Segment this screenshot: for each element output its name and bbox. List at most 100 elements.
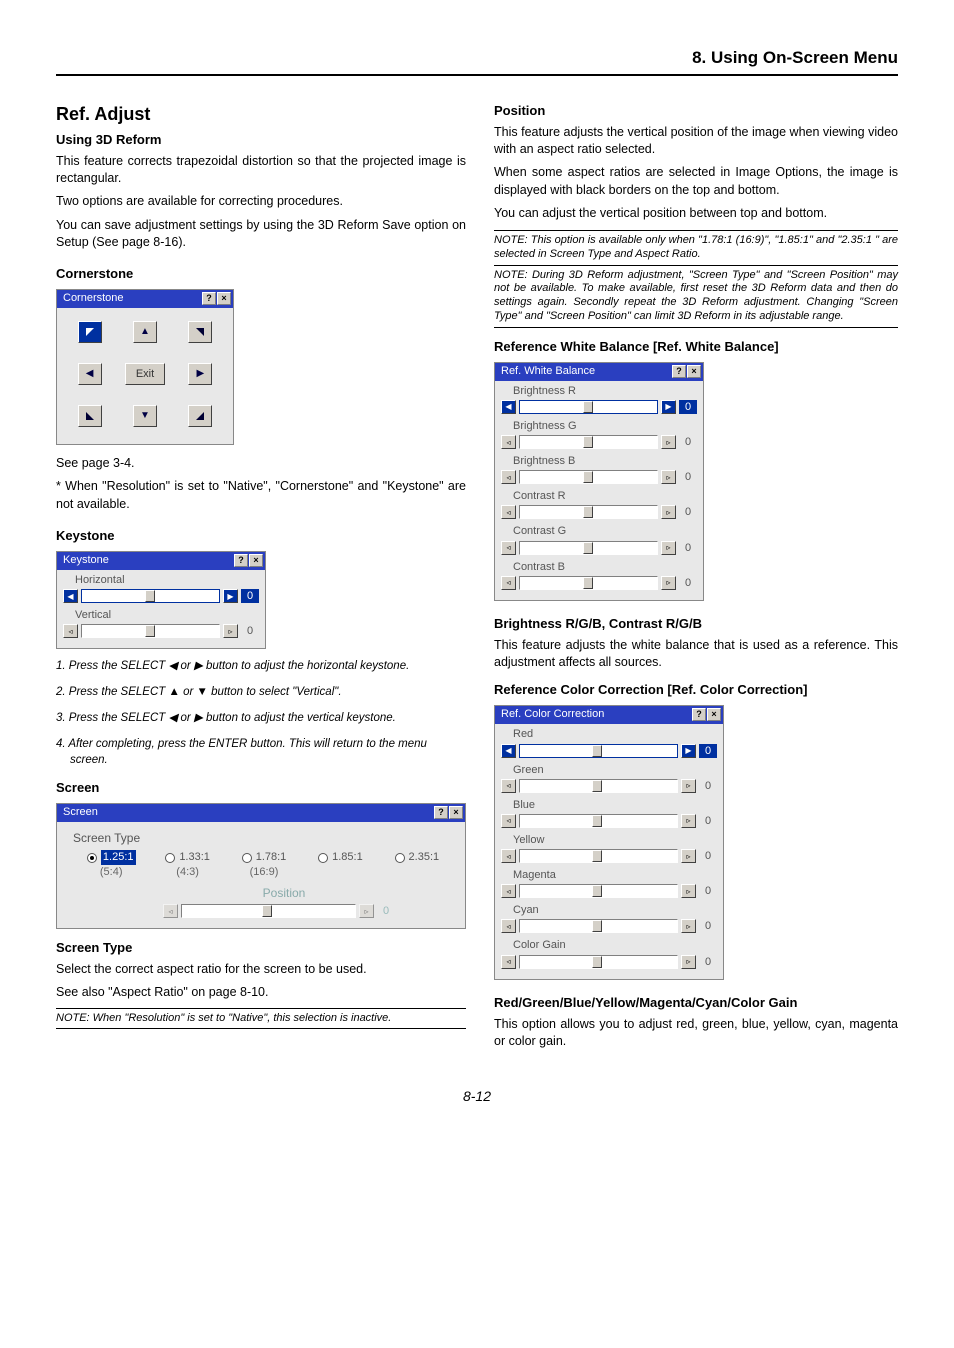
body-text: * When "Resolution" is set to "Native", … (56, 478, 466, 513)
slider-value: 0 (679, 505, 697, 519)
arrow-right-icon[interactable]: ▶ (681, 744, 696, 758)
arrow-left-icon[interactable]: ◃ (501, 814, 516, 828)
slider-track[interactable] (519, 955, 678, 969)
heading-wb-desc: Brightness R/G/B, Contrast R/G/B (494, 615, 898, 633)
arrow-left-icon[interactable]: ◃ (501, 779, 516, 793)
corner-top-left-button[interactable] (78, 321, 102, 343)
adjust-slider[interactable]: ◃▹0 (499, 884, 719, 902)
adjust-slider[interactable]: ◃▹0 (499, 576, 699, 594)
slider-track[interactable] (519, 884, 678, 898)
adjust-slider[interactable]: ◃▹0 (499, 919, 719, 937)
edge-top-button[interactable]: ▲ (133, 321, 157, 343)
adjust-slider[interactable]: ◀▶0 (499, 400, 699, 418)
arrow-left-icon[interactable]: ◀ (501, 400, 516, 414)
adjust-slider[interactable]: ◃ ▹0 (499, 470, 699, 488)
slider-track[interactable] (519, 576, 658, 590)
corner-bottom-right-button[interactable] (188, 405, 212, 427)
adjust-slider[interactable]: ◃▹0 (499, 814, 719, 832)
radio-185[interactable]: 1.85:1 (302, 850, 378, 880)
body-text: This option allows you to adjust red, gr… (494, 1016, 898, 1051)
horizontal-slider[interactable]: ◀ ▶ 0 (61, 589, 261, 607)
edge-bottom-button[interactable]: ▼ (133, 405, 157, 427)
slider-value: 0 (699, 955, 717, 969)
adjust-slider[interactable]: ◃▹0 (499, 779, 719, 797)
slider-track[interactable] (519, 919, 678, 933)
arrow-right-icon[interactable]: ▹ (681, 779, 696, 793)
help-icon[interactable]: ? (692, 708, 706, 721)
slider-track[interactable] (519, 505, 658, 519)
corner-bottom-left-button[interactable] (78, 405, 102, 427)
arrow-right-icon[interactable]: ▹ (661, 541, 676, 555)
edge-right-button[interactable]: ▶ (188, 363, 212, 385)
arrow-right-icon[interactable]: ▶ (223, 589, 238, 603)
adjust-slider[interactable]: ◃▹0 (499, 849, 719, 867)
slider-label: Brightness R (499, 383, 699, 400)
slider-track[interactable] (519, 849, 678, 863)
slider-track[interactable] (519, 400, 658, 414)
slider-track[interactable] (519, 779, 678, 793)
edge-left-button[interactable]: ◀ (78, 363, 102, 385)
slider-label: Contrast G (499, 523, 699, 540)
dialog-title: Ref. Color Correction (501, 707, 604, 722)
slider-track[interactable] (519, 744, 678, 758)
arrow-left-icon[interactable]: ◀ (501, 744, 516, 758)
arrow-left-icon[interactable]: ◃ (501, 505, 516, 519)
arrow-left-icon[interactable]: ◃ (501, 849, 516, 863)
corner-top-right-button[interactable] (188, 321, 212, 343)
slider-value: 0 (679, 470, 697, 484)
exit-button[interactable]: Exit (125, 363, 165, 385)
help-icon[interactable]: ? (672, 365, 686, 378)
slider-label: Contrast B (499, 559, 699, 576)
arrow-right-icon[interactable]: ▶ (661, 400, 676, 414)
slider-track[interactable] (81, 589, 220, 603)
slider-label: Cyan (499, 902, 719, 919)
adjust-slider[interactable]: ◃ ▹0 (499, 955, 719, 973)
arrow-left-icon[interactable]: ◃ (501, 541, 516, 555)
arrow-right-icon[interactable]: ▹ (661, 576, 676, 590)
slider-track[interactable] (519, 541, 658, 555)
arrow-right-icon[interactable]: ▹ (223, 624, 238, 638)
arrow-left-icon[interactable]: ◃ (501, 955, 516, 969)
help-icon[interactable]: ? (202, 292, 216, 305)
adjust-slider[interactable]: ◃▹0 (499, 435, 699, 453)
arrow-right-icon[interactable]: ▹ (661, 470, 676, 484)
slider-label: Red (499, 726, 719, 743)
arrow-left-icon[interactable]: ◃ (501, 576, 516, 590)
slider-track[interactable] (519, 470, 658, 484)
arrow-right-icon[interactable]: ▹ (681, 919, 696, 933)
close-icon[interactable]: × (249, 554, 263, 567)
arrow-left-icon[interactable]: ◃ (501, 884, 516, 898)
help-icon[interactable]: ? (434, 806, 448, 819)
arrow-left-icon[interactable]: ◀ (63, 589, 78, 603)
adjust-slider[interactable]: ◃ ▹0 (499, 505, 699, 523)
slider-label: Contrast R (499, 488, 699, 505)
radio-178[interactable]: 1.78:1(16:9) (226, 850, 302, 880)
dialog-title: Keystone (63, 553, 109, 568)
close-icon[interactable]: × (687, 365, 701, 378)
close-icon[interactable]: × (449, 806, 463, 819)
arrow-left-icon[interactable]: ◃ (63, 624, 78, 638)
slider-track[interactable] (519, 435, 658, 449)
keystone-dialog: Keystone ?× Horizontal ◀ ▶ 0 Vertical ◃ (56, 551, 266, 650)
close-icon[interactable]: × (707, 708, 721, 721)
help-icon[interactable]: ? (234, 554, 248, 567)
arrow-right-icon[interactable]: ▹ (681, 814, 696, 828)
adjust-slider[interactable]: ◃▹0 (499, 541, 699, 559)
arrow-left-icon[interactable]: ◃ (501, 435, 516, 449)
arrow-left-icon[interactable]: ◃ (501, 470, 516, 484)
arrow-left-icon[interactable]: ◃ (501, 919, 516, 933)
vertical-slider[interactable]: ◃ ▹ 0 (61, 624, 261, 642)
slider-track[interactable] (519, 814, 678, 828)
arrow-right-icon[interactable]: ▹ (661, 435, 676, 449)
radio-125[interactable]: 1.25:1(5:4) (73, 850, 149, 880)
arrow-right-icon[interactable]: ▹ (681, 849, 696, 863)
slider-track[interactable] (81, 624, 220, 638)
arrow-right-icon[interactable]: ▹ (661, 505, 676, 519)
radio-235[interactable]: 2.35:1 (379, 850, 455, 880)
adjust-slider[interactable]: ◀▶0 (499, 744, 719, 762)
close-icon[interactable]: × (217, 292, 231, 305)
arrow-right-icon[interactable]: ▹ (681, 955, 696, 969)
radio-133[interactable]: 1.33:1(4:3) (149, 850, 225, 880)
arrow-right-icon[interactable]: ▹ (681, 884, 696, 898)
body-text: This feature adjusts the vertical positi… (494, 124, 898, 159)
